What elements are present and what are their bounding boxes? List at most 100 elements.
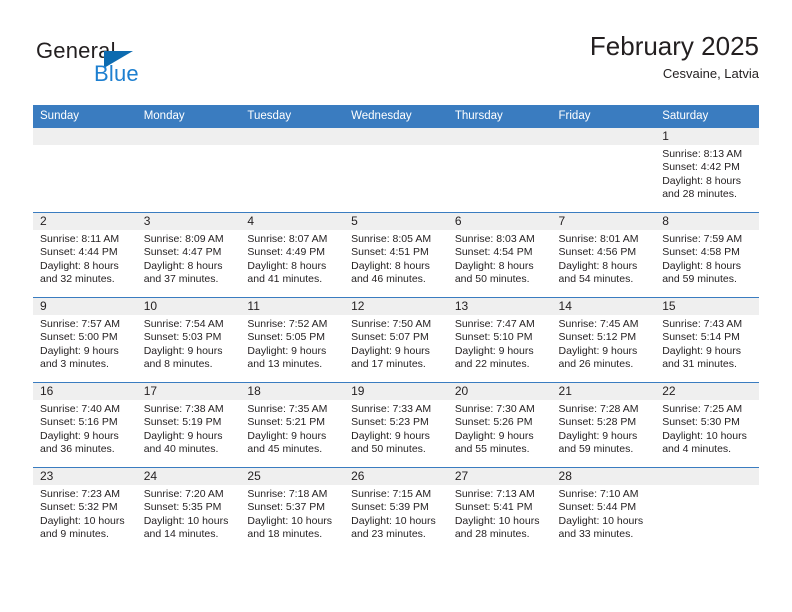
day-cell[interactable]: 22 Sunrise: 7:25 AM Sunset: 5:30 PM Dayl… <box>655 382 759 468</box>
day-cell[interactable] <box>344 128 448 213</box>
daylight-text-line1: Daylight: 9 hours <box>247 344 327 357</box>
day-number: 25 <box>240 468 345 485</box>
day-details: Sunrise: 7:38 AM Sunset: 5:19 PM Dayligh… <box>137 400 241 457</box>
day-details: Sunrise: 7:52 AM Sunset: 5:05 PM Dayligh… <box>240 315 344 372</box>
day-cell[interactable]: 21 Sunrise: 7:28 AM Sunset: 5:28 PM Dayl… <box>551 382 656 468</box>
daylight-text-line1: Daylight: 8 hours <box>662 259 742 272</box>
weekday-header-friday: Friday <box>551 105 656 128</box>
day-details: Sunrise: 7:57 AM Sunset: 5:00 PM Dayligh… <box>33 315 137 372</box>
day-cell[interactable]: 2 Sunrise: 8:11 AM Sunset: 4:44 PM Dayli… <box>33 212 137 298</box>
daylight-text-line2: and 59 minutes. <box>558 443 634 456</box>
calendar-week-row: 2 Sunrise: 8:11 AM Sunset: 4:44 PM Dayli… <box>33 212 759 298</box>
day-cell[interactable] <box>33 128 137 213</box>
sunset-text: Sunset: 5:39 PM <box>351 501 429 514</box>
sunrise-text: Sunrise: 7:38 AM <box>143 403 224 415</box>
day-cell[interactable]: 12 Sunrise: 7:50 AM Sunset: 5:07 PM Dayl… <box>344 297 448 383</box>
daylight-text-line1: Daylight: 8 hours <box>351 259 430 272</box>
day-cell[interactable]: 24 Sunrise: 7:20 AM Sunset: 5:35 PM Dayl… <box>136 467 241 552</box>
day-details: Sunrise: 8:09 AM Sunset: 4:47 PM Dayligh… <box>137 230 241 287</box>
sunrise-text: Sunrise: 7:54 AM <box>143 318 224 330</box>
day-number: 12 <box>344 298 448 315</box>
sunset-text: Sunset: 5:37 PM <box>247 501 326 514</box>
sunrise-text: Sunrise: 7:30 AM <box>454 403 535 415</box>
day-cell[interactable]: 25 Sunrise: 7:18 AM Sunset: 5:37 PM Dayl… <box>240 467 345 552</box>
day-cell[interactable]: 1 Sunrise: 8:13 AM Sunset: 4:42 PM Dayli… <box>655 128 759 213</box>
daylight-text-line2: and 26 minutes. <box>558 358 634 371</box>
day-cell[interactable] <box>447 128 552 213</box>
sunrise-text: Sunrise: 7:52 AM <box>247 318 328 330</box>
day-cell[interactable]: 28 Sunrise: 7:10 AM Sunset: 5:44 PM Dayl… <box>551 467 656 552</box>
day-number: 13 <box>447 298 552 315</box>
day-cell[interactable]: 14 Sunrise: 7:45 AM Sunset: 5:12 PM Dayl… <box>551 297 656 383</box>
day-number <box>136 128 241 145</box>
day-cell[interactable] <box>240 128 345 213</box>
calendar-week-row: 16 Sunrise: 7:40 AM Sunset: 5:16 PM Dayl… <box>33 382 759 468</box>
day-cell[interactable]: 26 Sunrise: 7:15 AM Sunset: 5:39 PM Dayl… <box>344 467 448 552</box>
daylight-text-line1: Daylight: 10 hours <box>662 429 747 442</box>
day-cell[interactable]: 11 Sunrise: 7:52 AM Sunset: 5:05 PM Dayl… <box>240 297 345 383</box>
day-number <box>551 128 656 145</box>
day-cell[interactable]: 27 Sunrise: 7:13 AM Sunset: 5:41 PM Dayl… <box>447 467 552 552</box>
daylight-text-line1: Daylight: 8 hours <box>143 259 223 272</box>
day-number: 17 <box>136 383 241 400</box>
day-number: 22 <box>655 383 759 400</box>
day-cell[interactable]: 20 Sunrise: 7:30 AM Sunset: 5:26 PM Dayl… <box>447 382 552 468</box>
sunset-text: Sunset: 4:44 PM <box>40 246 118 259</box>
sunset-text: Sunset: 4:51 PM <box>351 246 429 259</box>
day-cell[interactable]: 16 Sunrise: 7:40 AM Sunset: 5:16 PM Dayl… <box>33 382 137 468</box>
day-cell[interactable]: 13 Sunrise: 7:47 AM Sunset: 5:10 PM Dayl… <box>447 297 552 383</box>
sunset-text: Sunset: 4:47 PM <box>143 246 222 259</box>
day-cell[interactable]: 7 Sunrise: 8:01 AM Sunset: 4:56 PM Dayli… <box>551 212 656 298</box>
calendar-body: 1 Sunrise: 8:13 AM Sunset: 4:42 PM Dayli… <box>33 128 759 552</box>
day-cell[interactable]: 23 Sunrise: 7:23 AM Sunset: 5:32 PM Dayl… <box>33 467 137 552</box>
day-cell[interactable]: 8 Sunrise: 7:59 AM Sunset: 4:58 PM Dayli… <box>655 212 759 298</box>
day-cell[interactable]: 15 Sunrise: 7:43 AM Sunset: 5:14 PM Dayl… <box>655 297 759 383</box>
sunrise-text: Sunrise: 7:45 AM <box>558 318 639 330</box>
daylight-text-line2: and 28 minutes. <box>662 188 737 201</box>
day-cell[interactable]: 9 Sunrise: 7:57 AM Sunset: 5:00 PM Dayli… <box>33 297 137 383</box>
daylight-text-line1: Daylight: 9 hours <box>351 429 430 442</box>
logo-text-blue: Blue <box>94 61 139 86</box>
daylight-text-line2: and 50 minutes. <box>454 273 530 286</box>
daylight-text-line1: Daylight: 9 hours <box>247 429 327 442</box>
daylight-text-line2: and 28 minutes. <box>454 528 530 541</box>
sunrise-text: Sunrise: 8:03 AM <box>454 233 535 245</box>
daylight-text-line1: Daylight: 10 hours <box>351 514 436 527</box>
day-cell[interactable] <box>136 128 241 213</box>
day-cell[interactable] <box>655 467 759 552</box>
daylight-text-line2: and 23 minutes. <box>351 528 426 541</box>
sunset-text: Sunset: 5:32 PM <box>40 501 118 514</box>
day-cell[interactable]: 5 Sunrise: 8:05 AM Sunset: 4:51 PM Dayli… <box>344 212 448 298</box>
daylight-text-line1: Daylight: 10 hours <box>558 514 644 527</box>
day-cell[interactable]: 4 Sunrise: 8:07 AM Sunset: 4:49 PM Dayli… <box>240 212 345 298</box>
day-details: Sunrise: 7:47 AM Sunset: 5:10 PM Dayligh… <box>448 315 552 372</box>
day-details: Sunrise: 8:07 AM Sunset: 4:49 PM Dayligh… <box>240 230 344 287</box>
daylight-text-line1: Daylight: 10 hours <box>247 514 333 527</box>
sunset-text: Sunset: 5:44 PM <box>558 501 637 514</box>
sunrise-text: Sunrise: 7:10 AM <box>558 488 639 500</box>
sunset-text: Sunset: 5:00 PM <box>40 331 118 344</box>
day-number: 7 <box>551 213 656 230</box>
sunset-text: Sunset: 5:23 PM <box>351 416 429 429</box>
page-title: February 2025 <box>589 31 759 61</box>
calendar-week-row: 9 Sunrise: 7:57 AM Sunset: 5:00 PM Dayli… <box>33 297 759 383</box>
daylight-text-line2: and 50 minutes. <box>351 443 426 456</box>
day-cell[interactable]: 6 Sunrise: 8:03 AM Sunset: 4:54 PM Dayli… <box>447 212 552 298</box>
day-cell[interactable]: 10 Sunrise: 7:54 AM Sunset: 5:03 PM Dayl… <box>136 297 241 383</box>
day-details: Sunrise: 7:23 AM Sunset: 5:32 PM Dayligh… <box>33 485 137 542</box>
day-cell[interactable]: 19 Sunrise: 7:33 AM Sunset: 5:23 PM Dayl… <box>344 382 448 468</box>
day-details: Sunrise: 7:33 AM Sunset: 5:23 PM Dayligh… <box>344 400 448 457</box>
daylight-text-line1: Daylight: 9 hours <box>143 429 223 442</box>
day-cell[interactable]: 3 Sunrise: 8:09 AM Sunset: 4:47 PM Dayli… <box>136 212 241 298</box>
weekday-header-sunday: Sunday <box>33 105 137 128</box>
daylight-text-line1: Daylight: 9 hours <box>558 429 638 442</box>
day-number: 5 <box>344 213 448 230</box>
day-cell[interactable] <box>551 128 656 213</box>
day-cell[interactable]: 17 Sunrise: 7:38 AM Sunset: 5:19 PM Dayl… <box>136 382 241 468</box>
day-number: 10 <box>136 298 241 315</box>
general-blue-logo[interactable]: General Blue <box>33 38 233 94</box>
title-block: February 2025 Cesvaine, Latvia <box>590 30 759 84</box>
day-number: 8 <box>655 213 759 230</box>
day-cell[interactable]: 18 Sunrise: 7:35 AM Sunset: 5:21 PM Dayl… <box>240 382 345 468</box>
day-number: 19 <box>344 383 448 400</box>
